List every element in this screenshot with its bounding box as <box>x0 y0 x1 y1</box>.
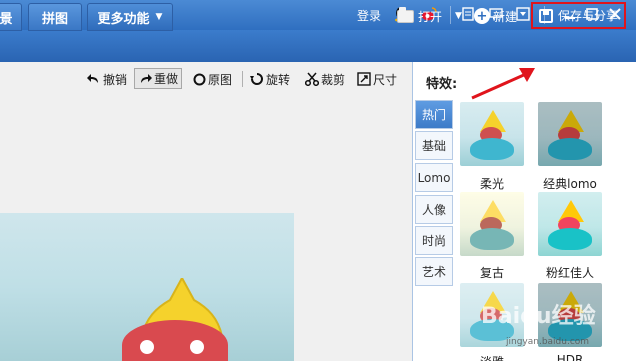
undo-button[interactable]: 撤销 <box>87 69 127 89</box>
effects-panel-title: 特效: <box>426 77 458 92</box>
effect-tab-label: Lomo <box>417 170 451 185</box>
toolbar-separator <box>242 71 243 87</box>
thumb-whale-body <box>548 228 592 250</box>
chevron-down-icon: ▼ <box>155 12 163 22</box>
redo-icon <box>138 72 152 86</box>
plus-icon: + <box>474 8 490 24</box>
effect-tab-label: 艺术 <box>421 265 446 279</box>
photo-character-eye <box>140 340 154 354</box>
redo-label: 重做 <box>154 72 179 86</box>
save-disk-icon <box>539 8 553 23</box>
effect-thumb-classic-lomo[interactable] <box>538 102 602 166</box>
tab-scene-label: 景 <box>0 11 13 27</box>
effect-thumb-pink-lady[interactable] <box>538 192 602 256</box>
login-link[interactable]: 登录 <box>357 7 381 24</box>
effect-tab-lomo[interactable]: Lomo <box>415 163 453 192</box>
effect-tab-label: 时尚 <box>421 234 446 248</box>
effect-tab-portrait[interactable]: 人像 <box>415 195 453 224</box>
undo-icon <box>87 72 101 86</box>
rotate-button[interactable]: 旋转 <box>250 69 290 89</box>
size-label: 尺寸 <box>373 72 398 87</box>
effect-tab-basic[interactable]: 基础 <box>415 131 453 160</box>
effect-tab-fashion[interactable]: 时尚 <box>415 226 453 255</box>
tab-more-label: 更多功能 <box>97 11 150 27</box>
tab-collage-label: 拼图 <box>41 11 68 27</box>
effect-tab-hot[interactable]: 热门 <box>415 100 453 129</box>
titlebar-separator <box>450 6 451 24</box>
tab-more-functions[interactable]: 更多功能 ▼ <box>87 3 173 31</box>
menu-icon[interactable] <box>515 6 531 22</box>
open-dropdown-chevron-icon[interactable]: ▼ <box>455 5 462 27</box>
thumb-whale-body <box>470 228 514 250</box>
new-label: 新建 <box>493 9 518 24</box>
original-label: 原图 <box>208 72 233 87</box>
main-nav-bar <box>0 30 636 62</box>
thumb-whale-body <box>470 138 514 160</box>
baidu-watermark: Baidu经验 <box>481 304 596 329</box>
effect-tab-label: 人像 <box>421 203 446 217</box>
crop-button[interactable]: 裁剪 <box>305 69 345 89</box>
open-button[interactable]: 打开 <box>397 5 442 27</box>
crop-label: 裁剪 <box>321 72 346 87</box>
effect-label: 粉红佳人 <box>545 266 594 280</box>
effect-thumb-soft-light[interactable] <box>460 102 524 166</box>
effect-label: 经典lomo <box>543 177 597 191</box>
original-button[interactable]: 原图 <box>192 69 232 89</box>
rotate-icon <box>250 72 264 86</box>
save-share-label: 保存与分享 <box>558 9 619 23</box>
new-button[interactable]: + 新建 <box>474 5 517 27</box>
rotate-label: 旋转 <box>266 72 291 87</box>
effect-tab-label: 基础 <box>421 139 446 153</box>
effect-tab-label: 热门 <box>421 108 446 122</box>
original-circle-icon <box>192 72 206 86</box>
size-button[interactable]: 尺寸 <box>357 69 397 89</box>
open-label: 打开 <box>418 9 443 24</box>
baidu-watermark-url: jingyan.baidu.com <box>506 337 590 347</box>
effect-label: HDR <box>556 353 584 361</box>
undo-label: 撤销 <box>103 72 128 87</box>
tab-collage[interactable]: 拼图 <box>28 3 82 31</box>
effect-label: 淡雅 <box>452 353 532 361</box>
resize-icon <box>357 72 371 86</box>
effect-thumb-retro[interactable] <box>460 192 524 256</box>
photo-character-eye <box>190 340 204 354</box>
thumb-whale-body <box>548 138 592 160</box>
effect-tab-art[interactable]: 艺术 <box>415 257 453 286</box>
effect-label: 复古 <box>479 266 504 280</box>
scissors-icon <box>305 72 319 86</box>
redo-button[interactable]: 重做 <box>134 68 183 89</box>
tab-scene[interactable]: 景 <box>0 3 22 31</box>
folder-icon <box>397 6 414 23</box>
effect-label: 柔光 <box>479 177 504 191</box>
save-share-button[interactable]: 保存与分享 <box>531 2 626 29</box>
